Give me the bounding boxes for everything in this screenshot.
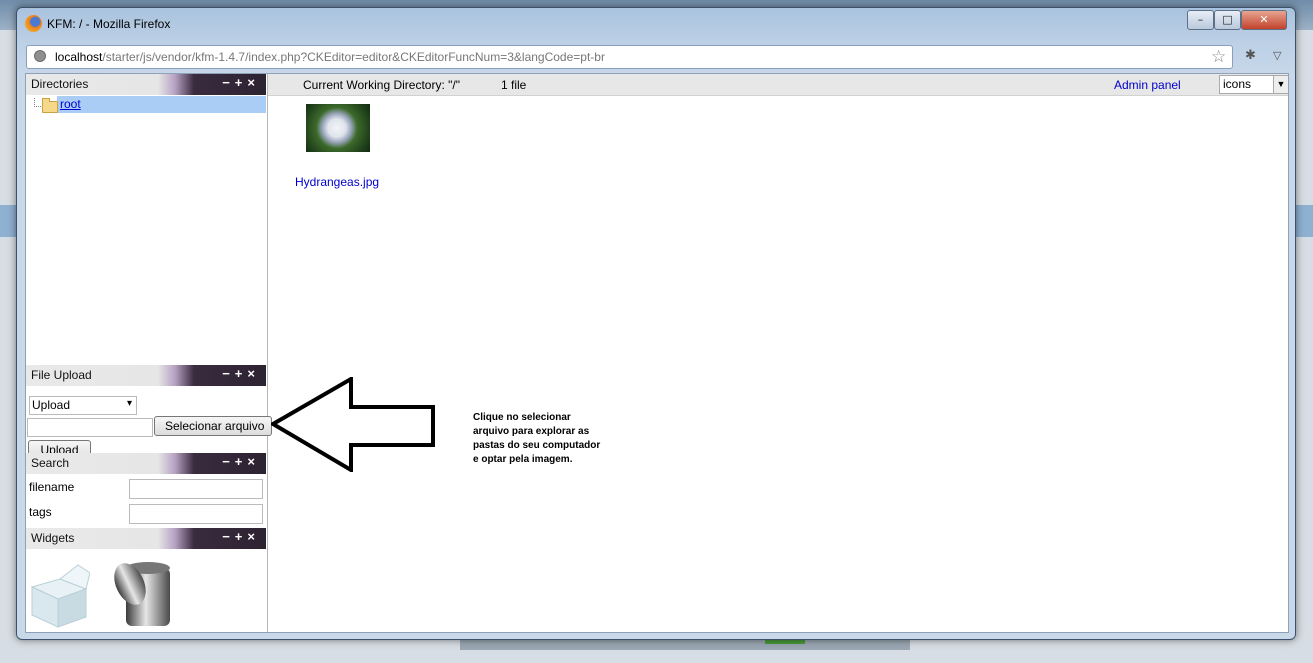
window-title: KFM: / - Mozilla Firefox [47,17,171,31]
panel-controls[interactable]: −+× [222,75,260,90]
maximize-button[interactable]: □ [1214,10,1241,30]
view-mode-select[interactable]: icons ▼ [1219,75,1288,94]
admin-panel-link[interactable]: Admin panel [1114,78,1181,92]
directories-panel-title: Directories [31,77,89,91]
box-widget-icon[interactable] [26,559,90,629]
url-text[interactable]: localhost/starter/js/vendor/kfm-1.4.7/in… [55,50,605,64]
widgets-panel-header: Widgets −+× [26,528,266,549]
tree-root-link[interactable]: root [60,97,81,111]
menu-chevron-down-icon[interactable]: ▽ [1273,49,1281,62]
address-bar[interactable]: localhost/starter/js/vendor/kfm-1.4.7/in… [26,45,1233,69]
upload-mode-select[interactable]: Upload ▾ [29,396,137,415]
url-host: localhost [55,50,103,64]
kfm-content: Directories −+× root File Upload −+× Upl… [25,73,1289,633]
arrow-left-annotation-icon [271,377,435,472]
upload-mode-value: Upload [32,398,71,412]
file-path-field[interactable] [27,418,153,437]
file-upload-panel-header: File Upload −+× [26,365,266,386]
close-button[interactable]: ✕ [1241,10,1287,30]
tree-root-highlight[interactable] [57,96,266,113]
chevron-down-icon: ▾ [126,398,132,409]
panel-controls[interactable]: −+× [222,529,260,544]
tags-label: tags [29,505,52,519]
directories-panel-header: Directories −+× [26,74,266,95]
chevron-down-icon: ▼ [1273,76,1288,93]
folder-icon [42,98,58,113]
search-panel-header: Search −+× [26,453,266,474]
addon-icon[interactable]: ✱ [1245,48,1256,63]
file-count: 1 file [501,78,527,92]
trash-bin-icon[interactable] [108,554,178,632]
firefox-window: KFM: / - Mozilla Firefox – □ ✕ localhost… [16,7,1296,640]
panel-controls[interactable]: −+× [222,454,260,469]
browse-file-button[interactable]: Selecionar arquivo [154,416,272,436]
widgets-panel-title: Widgets [31,531,75,545]
search-panel-title: Search [31,456,70,470]
panel-controls[interactable]: −+× [222,366,260,381]
window-titlebar: KFM: / - Mozilla Firefox – □ ✕ [17,8,1295,40]
current-directory-label: Current Working Directory: "/" [303,78,461,92]
minimize-button[interactable]: – [1187,10,1214,30]
filename-label: filename [29,480,75,494]
file-upload-panel-title: File Upload [31,368,92,382]
filename-input[interactable] [129,479,263,499]
view-mode-value: icons [1223,77,1252,91]
url-path: /starter/js/vendor/kfm-1.4.7/index.php?C… [102,50,605,64]
bookmark-star-icon[interactable]: ☆ [1211,47,1226,67]
file-name-link[interactable]: Hydrangeas.jpg [295,175,379,189]
site-identity-icon[interactable] [34,50,46,62]
annotation-text: Clique no selecionar arquivo para explor… [473,412,601,465]
firefox-logo-icon [25,15,42,32]
files-toolbar: Current Working Directory: "/" 1 file Ad… [268,74,1288,96]
file-thumbnail[interactable] [306,104,370,152]
left-column: Directories −+× root File Upload −+× Upl… [26,74,272,632]
tags-input[interactable] [129,504,263,524]
